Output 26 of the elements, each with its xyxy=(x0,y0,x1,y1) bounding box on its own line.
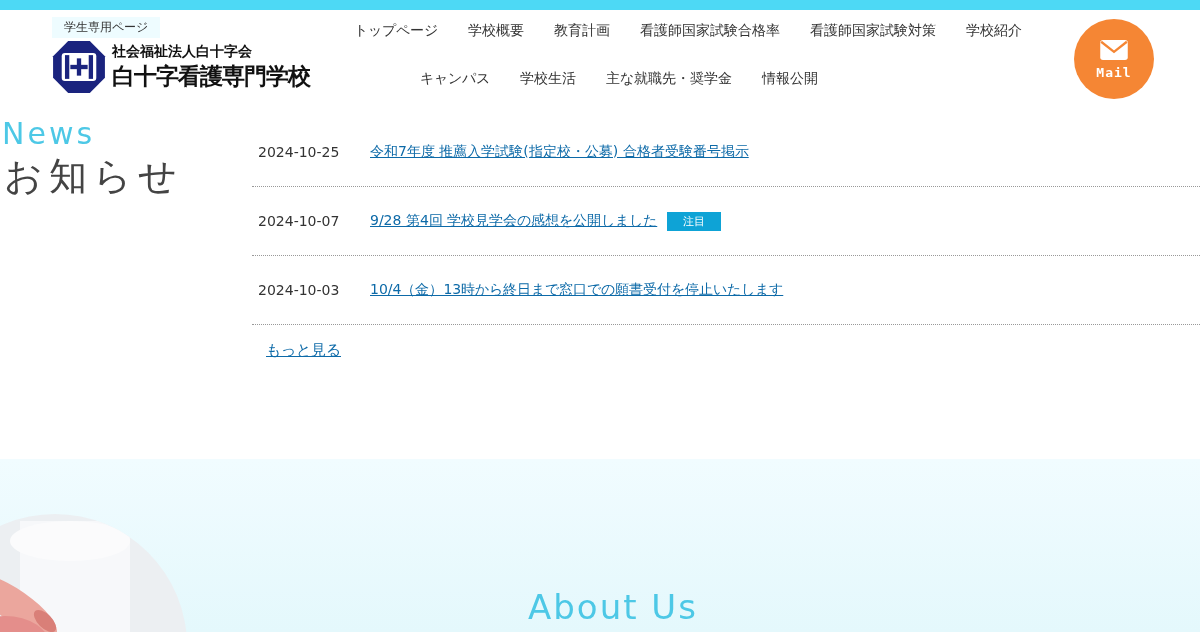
more-link[interactable]: もっと見る xyxy=(266,341,341,360)
nav-link[interactable]: 看護師国家試験対策 xyxy=(810,22,936,40)
news-date: 2024-10-07 xyxy=(258,213,341,229)
nav-link[interactable]: 学校概要 xyxy=(468,22,524,40)
octagon-cross-logo-icon xyxy=(52,40,106,94)
featured-badge: 注目 xyxy=(667,211,722,231)
news-date: 2024-10-25 xyxy=(258,144,341,160)
nav-link[interactable]: 学校生活 xyxy=(520,70,576,88)
nav-link[interactable]: 学校紹介 xyxy=(966,22,1022,40)
nav-link[interactable]: トップページ xyxy=(354,22,438,40)
nav-link[interactable]: 情報公開 xyxy=(762,70,818,88)
about-heading: About Us xyxy=(528,587,698,627)
nav-link[interactable]: 主な就職先・奨学金 xyxy=(606,70,732,88)
news-link[interactable]: 10/4（金）13時から終日まで窓口での願書受付を停止いたします xyxy=(370,281,784,299)
nav-link[interactable]: 看護師国家試験合格率 xyxy=(640,22,780,40)
news-heading: お知らせ xyxy=(3,153,184,200)
school-name: 白十字看護専門学校 xyxy=(112,61,310,91)
nav-link[interactable]: キャンパス xyxy=(420,70,490,88)
news-date: 2024-10-03 xyxy=(258,282,341,298)
news-heading-en: News xyxy=(1,116,97,151)
envelope-icon xyxy=(1099,38,1129,61)
nav-link[interactable]: 教育計画 xyxy=(554,22,610,40)
student-page-link[interactable]: 学生専用ページ xyxy=(52,17,160,38)
news-link[interactable]: 令和7年度 推薦入学試験(指定校・公募) 合格者受験番号掲示 xyxy=(370,143,749,161)
news-link[interactable]: 9/28 第4回 学校見学会の感想を公開しました xyxy=(370,212,658,230)
organization-name: 社会福祉法人白十字会 xyxy=(112,42,253,61)
